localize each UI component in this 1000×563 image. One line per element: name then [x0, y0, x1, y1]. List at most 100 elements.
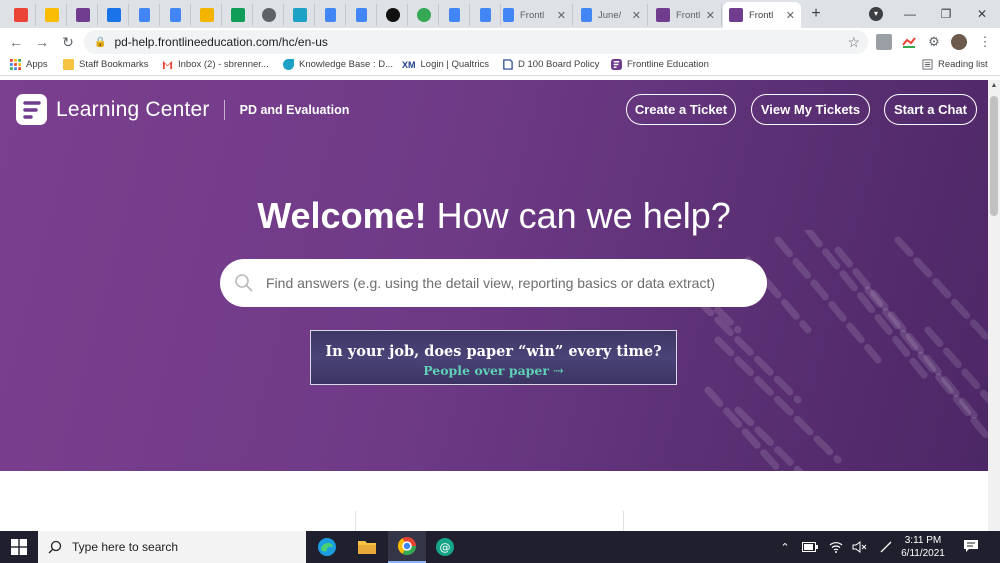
frontline-icon [611, 59, 622, 70]
frontline-icon [656, 8, 670, 22]
back-icon[interactable]: ← [4, 30, 28, 54]
search-icon[interactable] [234, 273, 254, 293]
address-bar[interactable]: 🔒 pd-help.frontlineeducation.com/hc/en-u… [84, 30, 868, 54]
pinned-tab[interactable] [6, 4, 36, 26]
search-input[interactable] [266, 275, 746, 291]
create-ticket-button[interactable]: Create a Ticket [626, 94, 736, 125]
extra-app[interactable]: @ [426, 531, 464, 563]
tab-close-icon[interactable]: ✕ [786, 9, 795, 22]
extension-icon[interactable] [876, 34, 892, 50]
url-text[interactable]: pd-help.frontlineeducation.com/hc/en-us [114, 35, 327, 49]
tab-search-icon[interactable]: ▾ [869, 7, 883, 21]
promo-banner[interactable]: In your job, does paper “win” every time… [310, 330, 677, 385]
scroll-thumb[interactable] [990, 96, 998, 216]
pinned-tab[interactable] [130, 4, 160, 26]
reading-list-icon [922, 59, 933, 70]
analytics-extension-icon[interactable] [901, 34, 917, 50]
forward-icon[interactable]: → [30, 30, 54, 54]
banner-headline: In your job, does paper “win” every time… [325, 343, 662, 360]
tray-overflow-chevron-icon[interactable]: ⌃ [776, 531, 794, 563]
scroll-up-arrow-icon[interactable]: ▲ [988, 80, 1000, 92]
restore-icon[interactable]: ❐ [928, 0, 964, 28]
bookmark-qualtrics[interactable]: XM Login | Qualtrics [402, 59, 489, 70]
more-menu-icon[interactable]: ⋮ [977, 34, 993, 50]
pinned-tab[interactable] [378, 4, 408, 26]
battery-icon[interactable] [800, 531, 820, 563]
bird-icon [292, 8, 307, 22]
pinned-tab[interactable] [68, 4, 98, 26]
taskbar-search-box[interactable]: Type here to search [38, 531, 306, 563]
bookmark-board-policy[interactable]: D 100 Board Policy [502, 59, 599, 70]
svg-text:@: @ [440, 541, 451, 554]
gmail-icon [13, 8, 28, 22]
wifi-icon[interactable] [826, 531, 846, 563]
pinned-tab[interactable] [254, 4, 284, 26]
view-my-tickets-button[interactable]: View My Tickets [751, 94, 870, 125]
tab-close-icon[interactable]: ✕ [557, 9, 566, 22]
bookmark-inbox[interactable]: Inbox (2) - sbrenner... [162, 59, 269, 70]
pinned-tab[interactable] [99, 4, 129, 26]
frontline-logo-icon [16, 94, 47, 125]
google-docs-icon [581, 8, 592, 22]
pinned-tab[interactable] [192, 4, 222, 26]
browser-tab[interactable]: June/ ✕ [575, 4, 648, 26]
extensions-puzzle-icon[interactable]: ⚙ [926, 34, 942, 50]
volume-muted-icon[interactable] [850, 531, 870, 563]
browser-tab[interactable]: Frontl ✕ [497, 4, 573, 26]
search-box[interactable] [220, 259, 767, 307]
bookmark-knowledge-base[interactable]: Knowledge Base : D... [283, 59, 393, 70]
taskbar-search-text: Type here to search [72, 540, 179, 554]
calendar-icon [106, 8, 121, 22]
google-drive-icon [44, 8, 59, 22]
edge-icon [318, 538, 336, 556]
pinned-tab[interactable] [285, 4, 315, 26]
windows-logo-icon [11, 539, 27, 555]
tab-close-icon[interactable]: ✕ [706, 9, 715, 22]
pinned-tab[interactable] [37, 4, 67, 26]
new-tab-icon[interactable]: + [806, 4, 826, 24]
file-explorer-app[interactable] [348, 531, 386, 563]
lock-icon[interactable]: 🔒 [94, 37, 106, 48]
stripes-icon [416, 8, 431, 22]
profile-avatar[interactable] [951, 34, 967, 50]
bookmark-label: Apps [26, 59, 48, 70]
bird-icon [283, 59, 294, 70]
reading-list-label: Reading list [938, 59, 988, 70]
pinned-tab[interactable] [347, 4, 377, 26]
help-center-page: Learning Center PD and Evaluation Create… [0, 80, 988, 531]
pinned-tab[interactable] [223, 4, 253, 26]
learning-center-logo[interactable]: Learning Center PD and Evaluation [16, 94, 349, 125]
taskbar-clock[interactable]: 3:11 PM 6/11/2021 [893, 534, 953, 560]
reload-icon[interactable]: ↻ [56, 30, 80, 54]
chrome-app[interactable] [388, 531, 426, 563]
windows-start-button[interactable] [0, 531, 38, 563]
edge-app[interactable] [308, 531, 346, 563]
chrome-icon [398, 537, 416, 556]
bookmark-frontline-education[interactable]: Frontline Education [611, 59, 709, 70]
browser-tab-active[interactable]: Frontl ✕ [723, 2, 801, 28]
brand-name: Learning Center [56, 97, 210, 121]
close-window-icon[interactable]: ✕ [964, 0, 1000, 28]
bookmark-apps[interactable]: Apps [10, 59, 48, 70]
reading-list[interactable]: Reading list [922, 59, 988, 70]
pinned-tab[interactable] [161, 4, 191, 26]
tab-close-icon[interactable]: ✕ [632, 9, 641, 22]
pinned-tab[interactable] [440, 4, 470, 26]
pinned-tab[interactable] [409, 4, 439, 26]
browser-tab[interactable]: Frontl ✕ [650, 4, 722, 26]
hero-section: Learning Center PD and Evaluation Create… [0, 80, 988, 471]
google-sheets-icon [230, 8, 245, 22]
welcome-question: How can we help? [436, 195, 731, 236]
page-scrollbar[interactable]: ▲ [988, 80, 1000, 531]
minimize-icon[interactable]: — [892, 0, 928, 28]
bookmark-staff-bookmarks[interactable]: Staff Bookmarks [63, 59, 149, 70]
content-below-hero [0, 471, 988, 531]
bookmark-star-icon[interactable]: ☆ [847, 34, 860, 51]
bookmarks-bar: Apps Staff Bookmarks Inbox (2) - sbrenne… [0, 56, 1000, 76]
start-chat-button[interactable]: Start a Chat [884, 94, 977, 125]
bookmark-label: Frontline Education [627, 59, 709, 70]
banner-link[interactable]: People over paper ⇢ [311, 363, 676, 378]
notification-center-icon[interactable] [963, 539, 979, 553]
google-docs-icon [480, 8, 491, 22]
pinned-tab[interactable] [316, 4, 346, 26]
